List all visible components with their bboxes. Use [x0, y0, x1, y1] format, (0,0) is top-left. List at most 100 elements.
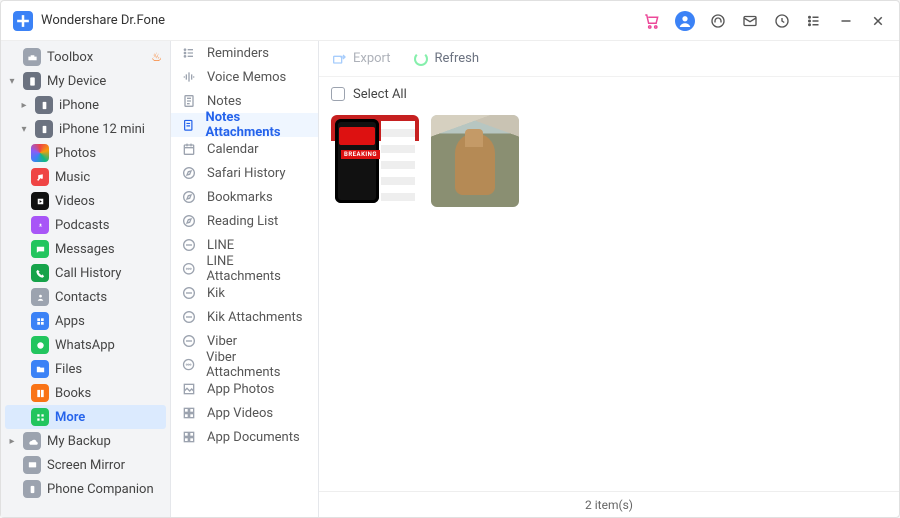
category-label: LINE Attachments: [207, 254, 309, 284]
category-label: Reading List: [207, 214, 278, 229]
sidebar-item-label: iPhone: [59, 98, 162, 113]
hot-icon: ♨: [151, 50, 162, 64]
select-all-row: Select All: [319, 77, 899, 111]
chat-icon: [181, 237, 197, 253]
podcasts-icon: [31, 216, 49, 234]
category-item-voice-memos[interactable]: Voice Memos: [171, 65, 318, 89]
category-item-reminders[interactable]: Reminders: [171, 41, 318, 65]
category-label: Notes: [207, 94, 242, 109]
sidebar-item-files[interactable]: Files: [1, 357, 170, 381]
sidebar-item-more[interactable]: More: [5, 405, 166, 429]
history-icon[interactable]: [773, 12, 791, 30]
sidebar-item-music[interactable]: Music: [1, 165, 170, 189]
sidebar-item-label: Phone Companion: [47, 482, 162, 497]
more-icon: [31, 408, 49, 426]
sidebar-item-whatsapp[interactable]: WhatsApp: [1, 333, 170, 357]
category-item-notes-attachments[interactable]: Notes Attachments: [171, 113, 318, 137]
sidebar-item-call-history[interactable]: Call History: [1, 261, 170, 285]
cart-icon[interactable]: [643, 12, 661, 30]
sidebar-item-label: More: [55, 410, 158, 425]
main-panel: Export Refresh Select All BREAKING: [319, 41, 899, 517]
sidebar-item-podcasts[interactable]: Podcasts: [1, 213, 170, 237]
toolbar: Export Refresh: [319, 41, 899, 77]
sidebar-item-label: Call History: [55, 266, 162, 281]
sidebar-item-messages[interactable]: Messages: [1, 237, 170, 261]
category-item-bookmarks[interactable]: Bookmarks: [171, 185, 318, 209]
thumbnail-item[interactable]: BREAKING: [331, 115, 419, 207]
grid-icon: [181, 405, 197, 421]
refresh-label: Refresh: [435, 51, 479, 66]
sidebar-item-label: Toolbox: [47, 50, 145, 65]
files-icon: [31, 360, 49, 378]
minimize-button[interactable]: [837, 12, 855, 30]
messages-icon: [31, 240, 49, 258]
category-item-kik-attachments[interactable]: Kik Attachments: [171, 305, 318, 329]
sidebar-item-screen-mirror[interactable]: Screen Mirror: [1, 453, 170, 477]
sidebar-item-books[interactable]: Books: [1, 381, 170, 405]
sidebar-item-label: Videos: [55, 194, 162, 209]
sidebar-item-my-device[interactable]: ▾ My Device: [1, 69, 170, 93]
category-item-reading-list[interactable]: Reading List: [171, 209, 318, 233]
sidebar-item-label: Contacts: [55, 290, 162, 305]
status-text: 2 item(s): [585, 498, 633, 512]
sidebar-item-label: My Backup: [47, 434, 162, 449]
category-item-app-photos[interactable]: App Photos: [171, 377, 318, 401]
thumbnail-item[interactable]: [431, 115, 519, 207]
category-label: Calendar: [207, 142, 259, 157]
support-icon[interactable]: [709, 12, 727, 30]
category-label: Voice Memos: [207, 70, 286, 85]
music-icon: [31, 168, 49, 186]
voice-icon: [181, 69, 197, 85]
device-icon: [23, 72, 41, 90]
category-item-safari-history[interactable]: Safari History: [171, 161, 318, 185]
sidebar-item-contacts[interactable]: Contacts: [1, 285, 170, 309]
sidebar-item-device-iphone12mini[interactable]: ▾ iPhone 12 mini: [1, 117, 170, 141]
category-item-viber-attachments[interactable]: Viber Attachments: [171, 353, 318, 377]
sidebar-item-label: Apps: [55, 314, 162, 329]
toolbox-icon: [23, 48, 41, 66]
chevron-right-icon: ▸: [7, 436, 17, 447]
videos-icon: [31, 192, 49, 210]
feedback-icon[interactable]: [741, 12, 759, 30]
select-all-checkbox[interactable]: [331, 87, 345, 101]
sidebar-item-apps[interactable]: Apps: [1, 309, 170, 333]
books-icon: [31, 384, 49, 402]
thumbnail-badge: BREAKING: [341, 150, 380, 159]
chat-icon: [181, 333, 197, 349]
category-item-kik[interactable]: Kik: [171, 281, 318, 305]
chat-icon: [181, 309, 197, 325]
phone-icon: [35, 96, 53, 114]
backup-icon: [23, 432, 41, 450]
reminders-icon: [181, 45, 197, 61]
compass-icon: [181, 213, 197, 229]
chevron-down-icon: ▾: [7, 76, 17, 87]
sidebar-item-toolbox[interactable]: Toolbox ♨: [1, 45, 170, 69]
sidebar-item-photos[interactable]: Photos: [1, 141, 170, 165]
phone-call-icon: [31, 264, 49, 282]
export-button[interactable]: Export: [331, 51, 391, 67]
account-icon[interactable]: [675, 11, 695, 31]
category-item-app-videos[interactable]: App Videos: [171, 401, 318, 425]
sidebar-item-phone-companion[interactable]: Phone Companion: [1, 477, 170, 501]
category-item-app-documents[interactable]: App Documents: [171, 425, 318, 449]
calendar-icon: [181, 141, 197, 157]
app-title: Wondershare Dr.Fone: [41, 13, 165, 28]
sidebar-item-label: WhatsApp: [55, 338, 162, 353]
phone-companion-icon: [23, 480, 41, 498]
sidebar-item-label: Podcasts: [55, 218, 162, 233]
sidebar-item-videos[interactable]: Videos: [1, 189, 170, 213]
compass-icon: [181, 165, 197, 181]
sidebar-item-device-iphone[interactable]: ▸ iPhone: [1, 93, 170, 117]
category-item-calendar[interactable]: Calendar: [171, 137, 318, 161]
category-label: LINE: [207, 238, 234, 253]
category-label: Kik Attachments: [207, 310, 302, 325]
category-label: Viber Attachments: [206, 350, 308, 380]
refresh-button[interactable]: Refresh: [413, 51, 479, 67]
close-button[interactable]: [869, 12, 887, 30]
category-item-line-attachments[interactable]: LINE Attachments: [171, 257, 318, 281]
sidebar-item-label: Photos: [55, 146, 162, 161]
sidebar-item-my-backup[interactable]: ▸ My Backup: [1, 429, 170, 453]
menu-icon[interactable]: [805, 12, 823, 30]
chevron-right-icon: ▸: [19, 100, 29, 111]
category-label: App Photos: [207, 382, 274, 397]
